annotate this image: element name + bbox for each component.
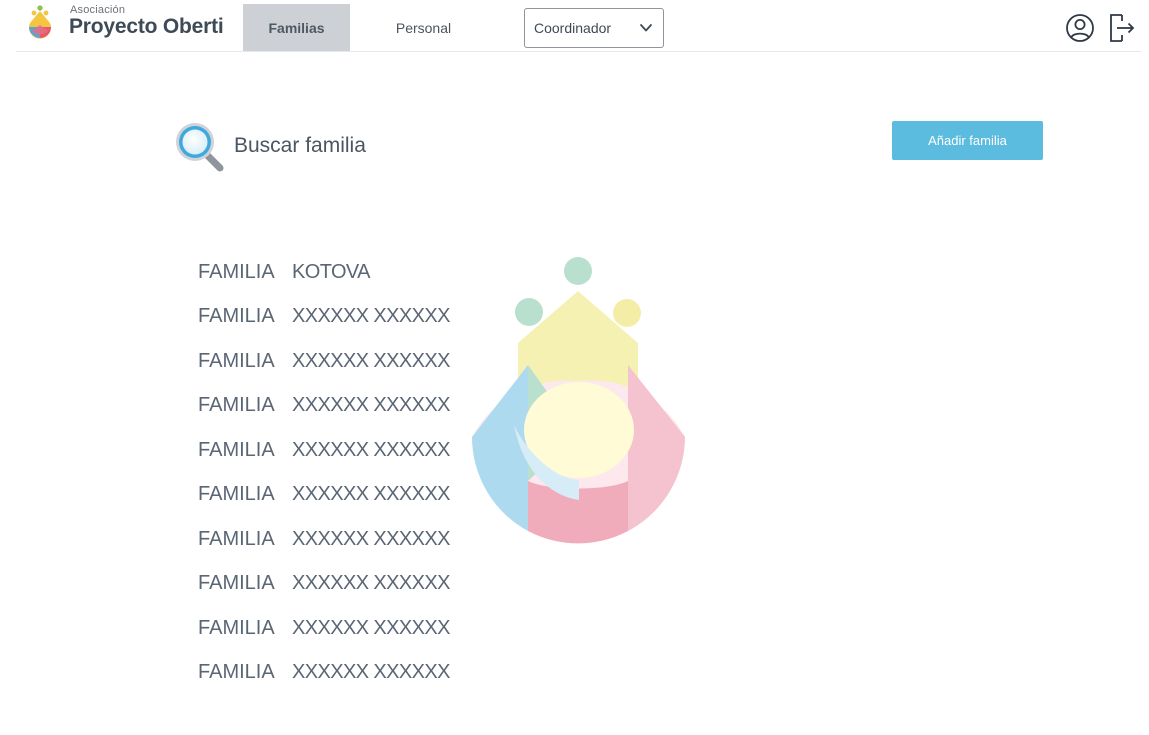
family-prefix: FAMILIA — [198, 483, 275, 506]
family-prefix: FAMILIA — [198, 572, 275, 595]
family-row[interactable]: FAMILIA XXXXXX XXXXXX — [198, 295, 450, 340]
logout-icon[interactable] — [1108, 13, 1136, 43]
family-prefix: FAMILIA — [198, 527, 275, 550]
chevron-down-icon — [640, 24, 652, 32]
family-prefix: FAMILIA — [198, 438, 275, 461]
family-row[interactable]: FAMILIA XXXXXX XXXXXX — [198, 517, 450, 562]
family-row[interactable]: FAMILIA XXXXXX XXXXXX — [198, 339, 450, 384]
family-prefix: FAMILIA — [198, 394, 275, 417]
family-surname: XXXXXX XXXXXX — [292, 394, 450, 417]
family-surname: KOTOVA — [292, 260, 371, 283]
tab-label: Personal — [395, 19, 452, 36]
family-row[interactable]: FAMILIA XXXXXX XXXXXX — [198, 384, 450, 429]
family-row[interactable]: FAMILIA XXXXXX XXXXXX — [198, 606, 450, 651]
add-family-button[interactable]: Añadir familia — [892, 121, 1043, 160]
family-prefix: FAMILIA — [198, 260, 275, 283]
watermark-logo — [472, 257, 685, 544]
tab-personal[interactable]: Personal — [371, 4, 476, 51]
family-surname: XXXXXX XXXXXX — [292, 527, 450, 550]
family-prefix: FAMILIA — [198, 616, 275, 639]
family-surname: XXXXXX XXXXXX — [292, 305, 450, 328]
family-row[interactable]: FAMILIA XXXXXX XXXXXX — [198, 562, 450, 607]
search-family-field[interactable]: Buscar familia — [172, 121, 432, 173]
family-row[interactable]: FAMILIA XXXXXX XXXXXX — [198, 473, 450, 518]
search-placeholder: Buscar familia — [234, 134, 366, 157]
family-prefix: FAMILIA — [198, 305, 275, 328]
family-row[interactable]: FAMILIA XXXXXX XXXXXX — [198, 428, 450, 473]
user-circle-icon[interactable] — [1065, 13, 1095, 43]
family-surname: XXXXXX XXXXXX — [292, 483, 450, 506]
logo-mark-icon — [29, 5, 51, 39]
role-select-value: Coordinador — [534, 20, 612, 36]
role-select[interactable]: Coordinador — [524, 8, 664, 48]
family-surname: XXXXXX XXXXXX — [292, 616, 450, 639]
tab-label: Familias — [268, 19, 325, 36]
family-row[interactable]: FAMILIA KOTOVA — [198, 250, 450, 295]
family-list: FAMILIA KOTOVA FAMILIA XXXXXX XXXXXX FAM… — [198, 250, 450, 695]
tab-familias[interactable]: Familias — [243, 4, 350, 51]
search-icon — [176, 123, 224, 172]
family-surname: XXXXXX XXXXXX — [292, 349, 450, 372]
family-prefix: FAMILIA — [198, 349, 275, 372]
family-surname: XXXXXX XXXXXX — [292, 572, 450, 595]
family-row[interactable]: FAMILIA XXXXXX XXXXXX — [198, 651, 450, 696]
family-surname: XXXXXX XXXXXX — [292, 438, 450, 461]
family-prefix: FAMILIA — [198, 661, 275, 684]
family-surname: XXXXXX XXXXXX — [292, 661, 450, 684]
logo-title: Proyecto Oberti — [69, 15, 224, 38]
app-logo[interactable]: Asociación Proyecto Oberti — [26, 3, 236, 47]
top-navigation-bar: Asociación Proyecto Oberti Familias Pers… — [16, 0, 1141, 52]
